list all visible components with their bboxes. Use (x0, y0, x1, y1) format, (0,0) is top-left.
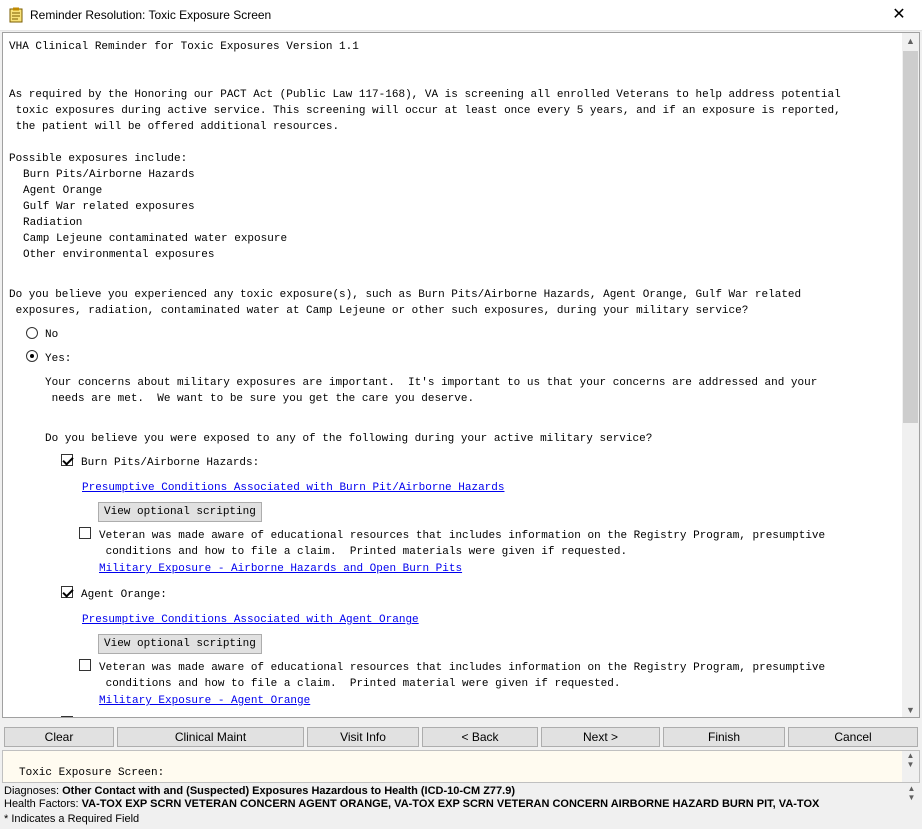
exposure-question: Do you believe you experienced any toxic… (9, 289, 802, 301)
burn-pits-education-text: Veteran was made aware of educational re… (99, 530, 826, 542)
possible-exposure-item: Agent Orange (23, 185, 103, 197)
agent-orange-education-text: conditions and how to file a claim. Prin… (99, 678, 621, 690)
agent-orange-checkbox[interactable] (61, 586, 73, 598)
window-title: Reminder Resolution: Toxic Exposure Scre… (30, 8, 272, 22)
cancel-button[interactable]: Cancel (788, 727, 918, 747)
yes-label: Yes: (45, 353, 72, 365)
back-button[interactable]: < Back (422, 727, 538, 747)
title-bar: Reminder Resolution: Toxic Exposure Scre… (0, 0, 922, 31)
next-exposure-checkbox[interactable] (61, 716, 73, 717)
possible-exposure-item: Other environmental exposures (23, 249, 215, 261)
burn-pits-label: Burn Pits/Airborne Hazards: (81, 457, 260, 469)
health-factors-value: VA-TOX EXP SCRN VETERAN CONCERN AGENT OR… (81, 798, 820, 810)
diagnoses-label: Diagnoses: (4, 785, 60, 797)
scroll-up-icon[interactable]: ▲ (902, 33, 919, 50)
intro-line: toxic exposures during active service. T… (9, 105, 841, 117)
note-preview-text: Toxic Exposure Screen: (19, 767, 165, 779)
visit-info-button[interactable]: Visit Info (307, 727, 419, 747)
dialog-content: VHA Clinical Reminder for Toxic Exposure… (3, 33, 903, 717)
burn-pits-checkbox[interactable] (61, 454, 73, 466)
intro-line: the patient will be offered additional r… (9, 121, 340, 133)
possible-exposure-item: Camp Lejeune contaminated water exposure (23, 233, 288, 245)
agent-orange-label: Agent Orange: (81, 589, 167, 601)
reminder-dialog-panel: VHA Clinical Reminder for Toxic Exposure… (2, 32, 920, 718)
possible-exposure-item: Burn Pits/Airborne Hazards (23, 169, 195, 181)
finish-button[interactable]: Finish (663, 727, 785, 747)
agent-orange-education-checkbox[interactable] (79, 659, 91, 671)
possible-exposure-item: Radiation (23, 217, 83, 229)
yes-concern-text: Your concerns about military exposures a… (45, 377, 818, 389)
content-scrollbar[interactable]: ▲ ▼ (902, 33, 919, 717)
agent-orange-military-exposure-link[interactable]: Military Exposure - Agent Orange (99, 693, 310, 709)
intro-line: As required by the Honoring our PACT Act… (9, 89, 841, 101)
possible-exposure-item: Gulf War related exposures (23, 201, 195, 213)
agent-orange-presumptive-link[interactable]: Presumptive Conditions Associated with A… (82, 612, 419, 628)
close-icon[interactable]: ✕ (876, 0, 922, 31)
dialog-button-bar: Clear Clinical Maint Visit Info < Back N… (4, 727, 920, 747)
reminder-notepad-icon (9, 7, 23, 23)
yes-concern-text: needs are met. We want to be sure you ge… (45, 393, 475, 405)
clear-button[interactable]: Clear (4, 727, 114, 747)
note-preview-box[interactable]: Toxic Exposure Screen: ▲ ▼ (2, 750, 920, 783)
yes-radio[interactable] (26, 350, 38, 362)
footer-scrollbar[interactable]: ▲ ▼ (903, 784, 920, 812)
exposed-question: Do you believe you were exposed to any o… (45, 433, 653, 445)
exposure-question: exposures, radiation, contaminated water… (9, 305, 749, 317)
possible-exposures-label: Possible exposures include: (9, 153, 188, 165)
scroll-down-icon[interactable]: ▼ (902, 702, 919, 717)
no-label: No (45, 329, 59, 341)
burn-pits-education-checkbox[interactable] (79, 527, 91, 539)
diagnoses-value: Other Contact with and (Suspected) Expos… (62, 785, 516, 797)
health-factors-line: Health Factors: VA-TOX EXP SCRN VETERAN … (4, 798, 899, 810)
note-preview-scrollbar[interactable]: ▲ ▼ (902, 751, 919, 782)
burn-pits-optional-scripting-button[interactable]: View optional scripting (98, 502, 262, 522)
dialog-heading: VHA Clinical Reminder for Toxic Exposure… (9, 41, 359, 53)
agent-orange-optional-scripting-button[interactable]: View optional scripting (98, 634, 262, 654)
clinical-maint-button[interactable]: Clinical Maint (117, 727, 304, 747)
burn-pits-education-text: conditions and how to file a claim. Prin… (99, 546, 628, 558)
health-factors-label: Health Factors: (4, 798, 79, 810)
scrollbar-thumb[interactable] (903, 51, 918, 423)
burn-pits-presumptive-link[interactable]: Presumptive Conditions Associated with B… (82, 480, 504, 496)
next-button[interactable]: Next > (541, 727, 660, 747)
burn-pits-military-exposure-link[interactable]: Military Exposure - Airborne Hazards and… (99, 561, 462, 577)
agent-orange-education-text: Veteran was made aware of educational re… (99, 662, 826, 674)
diagnoses-line: Diagnoses: Other Contact with and (Suspe… (4, 785, 899, 797)
no-radio[interactable] (26, 327, 38, 339)
required-field-note: * Indicates a Required Field (4, 813, 140, 825)
